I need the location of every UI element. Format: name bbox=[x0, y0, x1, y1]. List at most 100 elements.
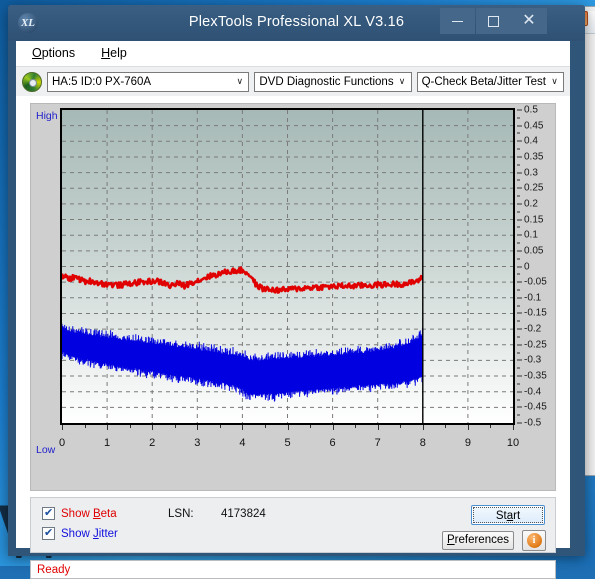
y-axis-minor-tick bbox=[517, 117, 520, 119]
plot-area[interactable] bbox=[60, 108, 515, 425]
x-axis-tick-mark bbox=[422, 425, 424, 430]
y-axis-tick-mark bbox=[517, 375, 522, 377]
show-beta-checkbox[interactable]: Show Beta bbox=[42, 506, 117, 520]
x-axis-tick-label: 4 bbox=[239, 437, 246, 449]
x-axis-tick-label: 5 bbox=[284, 437, 291, 449]
x-axis-minor-tick bbox=[264, 425, 266, 428]
x-axis-minor-tick bbox=[445, 425, 447, 428]
y-axis-tick-label: -0.25 bbox=[524, 339, 547, 351]
y-axis-tick-label: -0.15 bbox=[524, 307, 547, 319]
x-axis-tick-label: 2 bbox=[149, 437, 156, 449]
y-axis-minor-tick bbox=[517, 352, 520, 354]
x-axis-minor-tick bbox=[84, 425, 86, 428]
show-jitter-label: Show Jitter bbox=[61, 527, 118, 540]
axis-label-high: High bbox=[36, 110, 58, 122]
y-axis-tick-label: -0.05 bbox=[524, 276, 547, 288]
info-icon: i bbox=[526, 533, 542, 548]
x-axis-tick-mark bbox=[377, 425, 379, 430]
y-axis-tick-label: -0.3 bbox=[524, 354, 542, 366]
y-axis-tick-label: -0.35 bbox=[524, 370, 547, 382]
y-axis-tick-mark bbox=[517, 297, 522, 299]
x-axis-tick-label: 3 bbox=[194, 437, 201, 449]
x-axis-tick-mark bbox=[152, 425, 154, 430]
y-axis-tick-mark bbox=[517, 266, 522, 267]
y-axis-tick-label: 0.2 bbox=[524, 198, 538, 210]
toolbar: HA:5 ID:0 PX-760A ∨ DVD Diagnostic Funct… bbox=[16, 66, 570, 96]
y-axis-tick-mark bbox=[517, 250, 522, 252]
x-axis-minor-tick bbox=[355, 425, 357, 428]
plextools-window: XL PlexTools Professional XL V3.16 ✕ Opt… bbox=[8, 5, 585, 579]
x-axis-tick-label: 6 bbox=[329, 437, 336, 449]
x-axis-tick-mark bbox=[467, 425, 469, 430]
x-axis-minor-tick bbox=[219, 425, 221, 428]
y-axis-tick-mark bbox=[517, 140, 522, 142]
x-axis-tick-mark bbox=[513, 425, 514, 430]
y-axis-tick-label: -0.45 bbox=[524, 401, 547, 413]
y-axis-minor-tick bbox=[517, 195, 520, 197]
y-axis-tick-mark bbox=[517, 172, 522, 174]
x-axis-tick-mark bbox=[107, 425, 109, 430]
window-titlebar[interactable]: XL PlexTools Professional XL V3.16 ✕ bbox=[8, 5, 585, 41]
maximize-icon bbox=[488, 16, 499, 28]
y-axis-tick-mark bbox=[517, 328, 522, 330]
y-axis-tick-label: -0.4 bbox=[524, 386, 542, 398]
info-button[interactable]: i bbox=[522, 530, 546, 551]
close-button[interactable]: ✕ bbox=[511, 8, 547, 34]
x-axis-minor-tick bbox=[174, 425, 176, 428]
checkbox-icon bbox=[42, 526, 55, 540]
y-axis-minor-tick bbox=[517, 164, 520, 166]
menubar: Options Help bbox=[16, 41, 570, 66]
chevron-down-icon: ∨ bbox=[236, 76, 244, 86]
preferences-button[interactable]: Preferences bbox=[442, 531, 514, 550]
y-axis-minor-tick bbox=[517, 367, 520, 369]
y-axis-tick-label: -0.1 bbox=[524, 292, 542, 304]
maximize-button[interactable] bbox=[476, 8, 511, 34]
y-axis-tick-label: 0.35 bbox=[524, 151, 544, 163]
axis-label-low: Low bbox=[36, 444, 56, 456]
x-axis-tick-label: 8 bbox=[419, 437, 426, 449]
y-axis-tick-mark bbox=[517, 281, 522, 283]
function-select-value: DVD Diagnostic Functions bbox=[259, 75, 394, 88]
y-axis-tick-mark bbox=[517, 219, 522, 221]
x-axis-ticks: 0 1 2 3 4 5 6 7 8 9 10 bbox=[59, 425, 519, 459]
x-axis-tick-mark bbox=[62, 425, 63, 430]
y-axis-tick-label: 0.1 bbox=[524, 229, 538, 241]
minimize-button[interactable] bbox=[440, 8, 475, 34]
y-axis-tick-label: -0.5 bbox=[524, 417, 542, 429]
control-panel: Show Beta Show Jitter LSN: 4173824 Start… bbox=[30, 497, 556, 553]
y-axis-minor-tick bbox=[517, 258, 520, 260]
y-axis-minor-tick bbox=[517, 305, 520, 307]
show-jitter-checkbox[interactable]: Show Jitter bbox=[42, 526, 118, 540]
test-select[interactable]: Q-Check Beta/Jitter Test ∨ bbox=[416, 71, 564, 92]
chevron-down-icon: ∨ bbox=[398, 76, 406, 86]
menu-help[interactable]: Help bbox=[97, 44, 131, 62]
window-client-area: Options Help HA:5 ID:0 PX-760A ∨ DVD Dia… bbox=[16, 41, 570, 579]
start-button[interactable]: Start bbox=[471, 505, 545, 525]
y-axis-minor-tick bbox=[517, 273, 520, 275]
y-axis-tick-mark bbox=[517, 312, 522, 314]
y-axis-minor-tick bbox=[517, 320, 520, 322]
y-axis-minor-tick bbox=[517, 414, 520, 416]
y-axis-minor-tick bbox=[517, 336, 520, 338]
x-axis-tick-label: 10 bbox=[506, 437, 520, 449]
y-axis-minor-tick bbox=[517, 399, 520, 401]
y-axis-tick-label: 0.4 bbox=[524, 135, 538, 147]
y-axis-tick-mark bbox=[517, 203, 522, 205]
y-axis-tick-mark bbox=[517, 125, 522, 127]
y-axis-tick-mark bbox=[517, 187, 522, 189]
start-button-label: Start bbox=[473, 507, 543, 523]
y-axis-ticks: 0.5 0.45 0.4 0.35 0.3 0.25 0.2 0.15 0.1 0.05 0 -0.0… bbox=[517, 104, 557, 429]
y-axis-minor-tick bbox=[517, 148, 520, 150]
drive-select[interactable]: HA:5 ID:0 PX-760A ∨ bbox=[47, 71, 250, 92]
y-axis-minor-tick bbox=[517, 383, 520, 385]
menu-options[interactable]: Options bbox=[28, 44, 79, 62]
chevron-down-icon: ∨ bbox=[551, 76, 558, 86]
x-axis-minor-tick bbox=[400, 425, 402, 428]
chart-inner: High Low 0.5 0.45 0.4 0.35 0.3 0.25 0.2 0.15 0.1… bbox=[31, 104, 555, 490]
function-select[interactable]: DVD Diagnostic Functions ∨ bbox=[254, 71, 412, 92]
y-axis-minor-tick bbox=[517, 179, 520, 181]
y-axis-minor-tick bbox=[517, 226, 520, 228]
close-icon: ✕ bbox=[522, 12, 536, 29]
y-axis-tick-mark bbox=[517, 422, 522, 424]
y-axis-tick-label: 0.5 bbox=[524, 104, 538, 116]
